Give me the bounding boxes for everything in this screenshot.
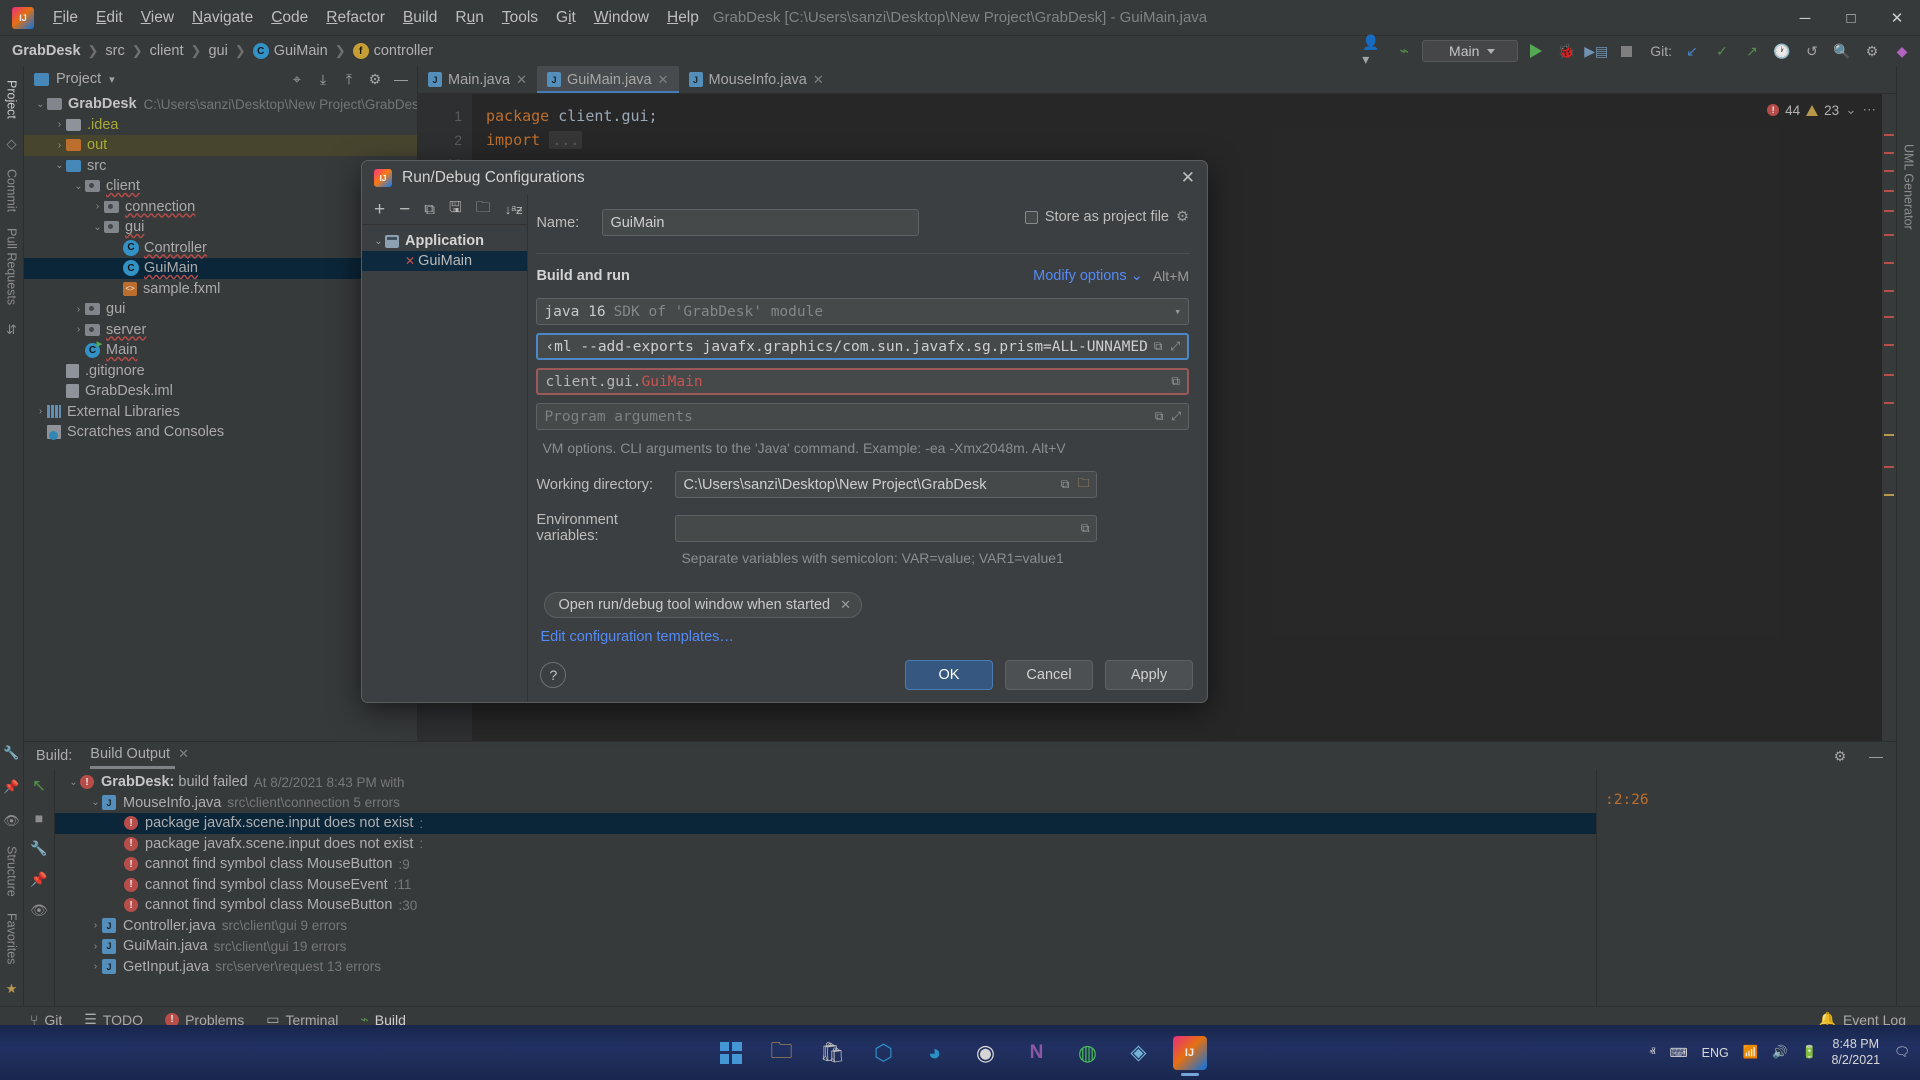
configuration-tree-item[interactable]: ✕GuiMain: [362, 251, 527, 271]
environment-variables-hint: Separate variables with semicolon: VAR=v…: [681, 550, 1189, 566]
configuration-tree-label: Application: [405, 233, 484, 249]
vm-options-value: ‹ml --add-exports javafx.graphics/com.su…: [545, 339, 1147, 355]
chevron-down-icon: ⌄: [1131, 268, 1143, 284]
divider: [536, 253, 1189, 254]
jre-value: java 16: [544, 304, 605, 320]
chevron-down-icon[interactable]: ⌄: [372, 236, 385, 247]
expand-icon[interactable]: ⤢: [1162, 339, 1180, 354]
name-input[interactable]: GuiMain: [602, 209, 919, 236]
maximize-button[interactable]: □: [1828, 0, 1874, 36]
save-icon[interactable]: 🖫: [449, 197, 462, 222]
open-run-tool-window-chip[interactable]: Open run/debug tool window when started …: [544, 592, 862, 618]
name-label: Name:: [536, 215, 602, 231]
help-button[interactable]: ?: [540, 662, 566, 688]
open-run-tool-window-label: Open run/debug tool window when started: [558, 597, 830, 613]
name-input-value: GuiMain: [610, 215, 664, 231]
working-directory-label: Working directory:: [536, 477, 675, 493]
dialog-title: Run/Debug Configurations: [402, 169, 585, 187]
configurations-tree: ⌄ Application ✕GuiMain: [362, 225, 527, 271]
chevron-down-icon[interactable]: ▾: [1168, 305, 1181, 318]
browse-icon[interactable]: ⧉: [1075, 521, 1090, 536]
dialog-body: + − ⧉ 🖫 🗀 ↓ᵃᵶ ⌄Application✕GuiMain Name:…: [362, 195, 1207, 702]
apply-button[interactable]: Apply: [1105, 660, 1193, 690]
intellij-logo-icon: [374, 169, 392, 187]
copy-icon[interactable]: ⧉: [1149, 409, 1164, 424]
environment-variables-input[interactable]: ⧉: [675, 515, 1097, 542]
application-icon: [385, 235, 399, 248]
configurations-sidebar: + − ⧉ 🖫 🗀 ↓ᵃᵶ ⌄ Application ✕GuiMain: [362, 195, 528, 702]
jre-selector[interactable]: java 16 SDK of 'GrabDesk' module ▾: [536, 298, 1189, 325]
close-icon[interactable]: ✕: [840, 597, 851, 613]
close-icon[interactable]: ✕: [1181, 168, 1195, 188]
sort-alphabetically-icon[interactable]: ↓ᵃᵶ: [505, 202, 523, 217]
configuration-tree-item[interactable]: ⌄ Application: [362, 231, 527, 251]
dialog-title-bar: Run/Debug Configurations ✕: [362, 161, 1207, 195]
modify-options-shortcut: Alt+M: [1153, 268, 1189, 284]
jre-description: SDK of 'GrabDesk' module: [614, 304, 824, 320]
copy-icon[interactable]: ⧉: [424, 201, 435, 218]
dialog-buttons: OK Cancel Apply: [905, 660, 1193, 690]
section-title-build-and-run: Build and run: [536, 268, 629, 284]
modify-options-label: Modify options: [1033, 268, 1127, 284]
store-as-project-file-label: Store as project file: [1045, 209, 1169, 225]
gear-icon[interactable]: ⚙: [1176, 209, 1189, 225]
configuration-editor: Name: GuiMain Store as project file ⚙ Bu…: [528, 195, 1207, 702]
environment-variables-label: Environment variables:: [536, 512, 675, 544]
error-icon: ✕: [405, 254, 415, 268]
browse-icon[interactable]: ⧉: [1165, 374, 1180, 389]
store-as-project-file-row[interactable]: Store as project file ⚙: [1025, 209, 1189, 225]
configuration-tree-label: GuiMain: [418, 253, 472, 269]
edit-configuration-templates-link[interactable]: Edit configuration templates…: [540, 629, 733, 645]
run-debug-configurations-dialog: Run/Debug Configurations ✕ + − ⧉ 🖫 🗀 ↓ᵃᵶ…: [361, 160, 1208, 703]
window-controls: ─ □ ✕: [1782, 0, 1920, 36]
vm-options-input[interactable]: ‹ml --add-exports javafx.graphics/com.su…: [536, 333, 1189, 360]
macro-icon[interactable]: ⧉: [1055, 477, 1070, 492]
cancel-button[interactable]: Cancel: [1005, 660, 1093, 690]
new-folder-icon[interactable]: 🗀: [476, 197, 491, 222]
add-icon[interactable]: +: [374, 199, 385, 221]
ok-button[interactable]: OK: [905, 660, 993, 690]
folder-icon[interactable]: 🗀: [1069, 474, 1089, 495]
main-class-package: client.gui.: [545, 374, 641, 390]
remove-icon[interactable]: −: [399, 199, 410, 221]
program-arguments-placeholder: Program arguments: [544, 409, 692, 425]
working-directory-value: C:\Users\sanzi\Desktop\New Project\GrabD…: [683, 477, 986, 493]
close-button[interactable]: ✕: [1874, 0, 1920, 36]
expand-icon[interactable]: ⤢: [1163, 409, 1181, 424]
main-class-name: GuiMain: [641, 374, 702, 390]
modify-options-link[interactable]: Modify options ⌄: [1033, 268, 1143, 284]
store-as-project-file-checkbox[interactable]: [1025, 211, 1038, 224]
program-arguments-input[interactable]: Program arguments ⧉ ⤢: [536, 403, 1189, 430]
copy-icon[interactable]: ⧉: [1148, 339, 1163, 354]
configurations-toolbar: + − ⧉ 🖫 🗀 ↓ᵃᵶ: [362, 195, 527, 225]
main-class-input[interactable]: client.gui.GuiMain ⧉: [536, 368, 1189, 395]
working-directory-input[interactable]: C:\Users\sanzi\Desktop\New Project\GrabD…: [675, 471, 1097, 498]
vm-options-hint: VM options. CLI arguments to the 'Java' …: [542, 440, 1189, 456]
minimize-button[interactable]: ─: [1782, 0, 1828, 36]
